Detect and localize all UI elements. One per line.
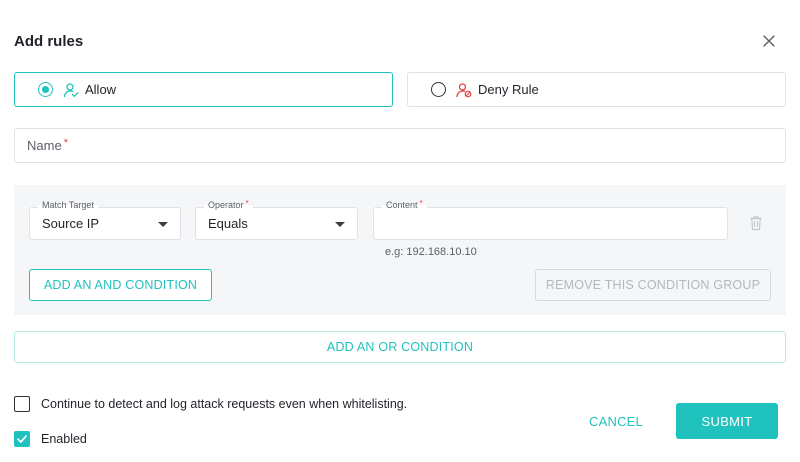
deny-option-label: Deny Rule [478,82,539,97]
rule-name-input[interactable]: Name * [14,128,786,163]
add-or-condition-button[interactable]: ADD AN OR CONDITION [14,331,786,363]
match-target-select[interactable]: Match Target Source IP [29,200,181,240]
dialog-title: Add rules [14,33,84,50]
enabled-label: Enabled [41,432,87,446]
operator-label: Operator [208,200,244,210]
deny-rule-option[interactable]: Deny Rule [407,72,786,107]
trash-icon[interactable] [749,215,763,231]
operator-value: Equals [208,216,248,231]
close-icon[interactable] [760,32,778,50]
allow-option-label: Allow [85,82,117,97]
cancel-button[interactable]: CANCEL [575,404,657,439]
content-label: Content [386,200,418,210]
user-block-icon [456,82,472,97]
allow-rule-option[interactable]: Allow [14,72,393,107]
add-and-condition-button[interactable]: ADD AN AND CONDITION [29,269,212,301]
continue-detect-checkbox[interactable] [14,396,30,412]
operator-select[interactable]: Operator * Equals [195,199,358,240]
continue-detect-label: Continue to detect and log attack reques… [41,397,408,411]
content-hint: e.g: 192.168.10.10 [385,246,477,258]
checkmark-icon [17,435,27,443]
enabled-checkbox[interactable] [14,431,30,447]
user-check-icon [63,82,79,97]
continue-detect-option[interactable]: Continue to detect and log attack reques… [14,396,407,412]
content-input[interactable]: Content * [373,199,728,240]
content-label-wrap: Content * [382,199,427,210]
submit-button[interactable]: SUBMIT [676,403,778,439]
operator-label-wrap: Operator * [204,199,253,210]
remove-condition-group-button[interactable]: REMOVE THIS CONDITION GROUP [535,269,771,301]
match-target-label: Match Target [38,200,98,210]
name-field-label: Name [27,138,62,153]
match-target-value: Source IP [42,216,100,231]
chevron-down-icon [158,222,168,227]
deny-radio[interactable] [431,82,446,97]
enabled-option[interactable]: Enabled [14,431,87,447]
required-marker: * [245,199,249,208]
allow-radio[interactable] [38,82,53,97]
chevron-down-icon [335,222,345,227]
required-marker: * [419,199,423,208]
condition-group: Match Target Source IP Operator * Equals … [14,185,786,315]
required-marker: * [63,136,68,149]
